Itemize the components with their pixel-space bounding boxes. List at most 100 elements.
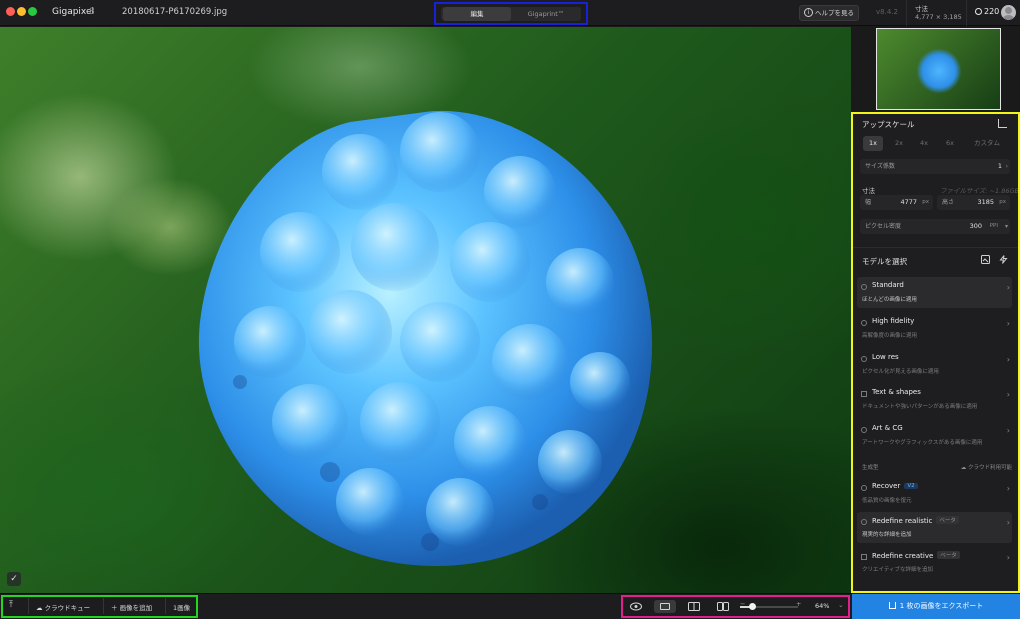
bottom-toolbar: ⤒ ☁ クラウドキュー ＋ 画像を追加 1画像 − + 64% ⌄ [0,593,852,619]
chevron-down-icon: ▾ [1004,223,1008,230]
upload-icon[interactable]: ⤒ [9,600,13,610]
file-size-label: ファイルサイズ: ~1.86GB [940,187,1019,195]
avatar[interactable] [1001,5,1016,20]
mode-switch: 編集 Gigaprint™ [441,7,581,21]
credit-icon [975,8,982,15]
model-description: 現実的な詳細を追加 [862,532,912,538]
model-redefine-realistic[interactable]: Redefine realistic ベータ 現実的な詳細を追加 › [857,512,1012,543]
model-name-text: Recover [872,482,901,490]
width-value: 4777 [900,198,917,206]
width-unit-select[interactable]: px [922,195,929,210]
help-button[interactable]: i ヘルプを見る [799,5,859,21]
tab-edit[interactable]: 編集 [443,7,511,21]
zoom-value[interactable]: 64% [815,602,829,610]
version-label: v8.4.2 [876,8,898,16]
model-name: Recover V2 [872,482,918,490]
zoom-slider-handle[interactable] [748,603,756,610]
model-redefine-creative[interactable]: Redefine creative ベータ クリエイティブな詳細を追加 › [857,547,1012,578]
width-field[interactable]: 幅 4777 px [860,195,933,210]
scale-1x-button[interactable]: 1x [863,136,883,151]
compare-models-icon[interactable] [981,255,990,264]
export-label: 1 枚の画像をエクスポート [899,602,984,610]
model-name: Redefine realistic ベータ [872,516,959,525]
checkmark-icon[interactable]: ✓ [7,572,21,586]
model-name: Standard [872,281,904,289]
model-description: 高解像度の画像に適用 [862,333,918,339]
bottom-left-highlight [1,595,198,618]
auto-lightning-icon[interactable] [999,255,1008,264]
export-button[interactable]: 1 枚の画像をエクスポート [852,594,1020,619]
model-text-shapes[interactable]: Text & shapes ドキュメントや強いパターンがある画像に適用 › [857,384,1012,415]
plus-icon: ＋ [111,604,120,612]
preview-toggle-button[interactable] [625,600,647,613]
scale-2x-button[interactable]: 2x [889,136,909,151]
height-unit-select[interactable]: px [999,195,1006,210]
navigator [852,27,1020,113]
chevron-right-icon: › [1006,355,1010,364]
maximize-window-button[interactable] [28,7,37,16]
model-standard[interactable]: Standard ほとんどの画像に適用 › [857,277,1012,308]
chevron-right-icon: › [1006,518,1010,527]
cloud-queue-label: クラウドキュー [44,604,91,612]
close-window-button[interactable] [6,7,15,16]
tab-gigaprint[interactable]: Gigaprint™ [513,7,579,21]
side-by-side-view-button[interactable] [712,600,734,613]
side-by-side-icon [717,602,729,611]
model-name: Art & CG [872,424,903,432]
info-icon: i [804,8,813,17]
credits-counter[interactable]: 220 [975,7,999,16]
navigator-thumbnail[interactable] [876,28,1001,110]
model-description: ピクセル化が見える画像に適用 [862,369,939,375]
divider [852,247,1020,248]
height-label: 高さ [942,199,955,206]
crop-icon[interactable] [998,119,1007,128]
image-canvas[interactable]: ✓ [0,27,851,593]
upscale-title: アップスケール [862,120,915,129]
pixel-density-label: ピクセル密度 [865,223,902,230]
recover-icon [861,485,867,491]
model-recover[interactable]: Recover V2 低品質の画像を復元 › [857,478,1012,509]
model-low-res[interactable]: Low res ピクセル化が見える画像に適用 › [857,349,1012,380]
palette-icon [861,427,867,433]
dimensions-value: 4,777 × 3,185 [915,13,962,21]
model-name: High fidelity [872,317,915,325]
model-select-title: モデルを選択 [862,257,907,266]
size-factor-row[interactable]: サイズ係数 1 › [860,159,1010,174]
model-description: アートワークやグラフィックスがある画像に適用 [862,440,983,446]
model-name: Low res [872,353,899,361]
minimize-window-button[interactable] [17,7,26,16]
help-label: ヘルプを見る [815,9,854,17]
height-field[interactable]: 高さ 3185 px [937,195,1010,210]
scale-custom-button[interactable]: カスタム [968,136,1006,151]
file-name: 20180617-P6170269.jpg [122,7,228,17]
single-view-button[interactable] [654,600,676,613]
version-badge: V2 [904,483,918,489]
mode-switch-highlight: 編集 Gigaprint™ [434,2,588,25]
divider [966,0,967,26]
chevron-down-icon[interactable]: ⌄ [838,601,844,609]
model-high-fidelity[interactable]: High fidelity 高解像度の画像に適用 › [857,313,1012,344]
split-view-icon [688,602,700,611]
chevron-right-icon: › [1006,484,1010,493]
generative-section-label: 生成型 [862,465,879,471]
creative-icon [861,554,867,560]
model-description: 低品質の画像を復元 [862,498,912,504]
cloud-queue-button[interactable]: ☁ クラウドキュー [36,602,90,612]
scale-6x-button[interactable]: 6x [940,136,960,151]
export-icon [888,602,896,609]
split-view-button[interactable] [683,600,705,613]
zoom-slider[interactable] [740,603,798,610]
chevron-right-icon: › [1006,553,1010,562]
text-model-icon [861,391,867,397]
settings-panel: アップスケール 1x 2x 4x 6x カスタム サイズ係数 1 › 寸法 ファ… [852,113,1020,593]
model-name: Redefine creative ベータ [872,551,960,560]
dimensions-label: 寸法 [915,5,928,13]
height-value: 3185 [977,198,994,206]
pixel-density-row[interactable]: ピクセル密度 300 PPI ▾ [860,219,1010,234]
zoom-in-icon[interactable]: + [796,600,801,608]
model-art-cg[interactable]: Art & CG アートワークやグラフィックスがある画像に適用 › [857,420,1012,451]
pixel-density-value: 300 [969,222,982,230]
scale-4x-button[interactable]: 4x [914,136,934,151]
eye-icon [630,602,642,611]
add-image-button[interactable]: ＋ 画像を追加 [111,602,152,612]
